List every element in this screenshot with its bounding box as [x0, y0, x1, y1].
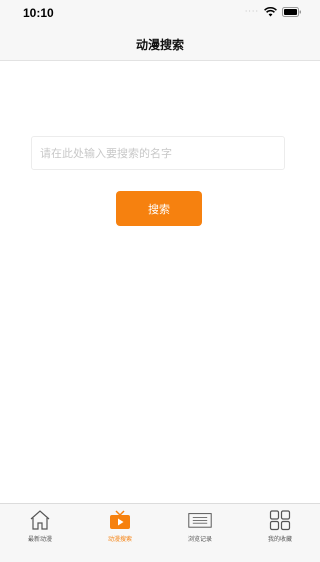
signal-icon: ····: [244, 7, 259, 16]
wifi-icon: [264, 7, 277, 17]
list-icon: [188, 509, 212, 531]
tab-label: 浏览记录: [187, 536, 212, 543]
tab-label: 最新动漫: [27, 536, 52, 543]
status-icons: ····: [245, 7, 302, 17]
status-time: 10:10: [23, 6, 54, 20]
status-bar: 10:10 ····: [0, 0, 320, 28]
battery-icon: [282, 7, 302, 17]
tab-favorites[interactable]: 我的收藏: [240, 504, 320, 562]
grid-icon: [268, 509, 292, 531]
tab-history[interactable]: 浏览记录: [160, 504, 240, 562]
tab-latest-anime[interactable]: 最新动漫: [0, 504, 80, 562]
home-icon: [28, 509, 52, 531]
navigation-bar: 动漫搜索: [0, 28, 320, 61]
tab-label: 动漫搜索: [107, 536, 132, 543]
search-button-label: 搜索: [148, 202, 170, 216]
tab-bar: 最新动漫 动漫搜索 浏览记录 我的收藏: [0, 503, 320, 562]
tv-play-icon: [108, 509, 132, 531]
search-input[interactable]: [31, 136, 285, 170]
tab-label: 我的收藏: [267, 536, 292, 543]
tab-anime-search[interactable]: 动漫搜索: [80, 504, 160, 562]
search-button[interactable]: 搜索: [116, 191, 202, 226]
page-title: 动漫搜索: [135, 37, 184, 52]
